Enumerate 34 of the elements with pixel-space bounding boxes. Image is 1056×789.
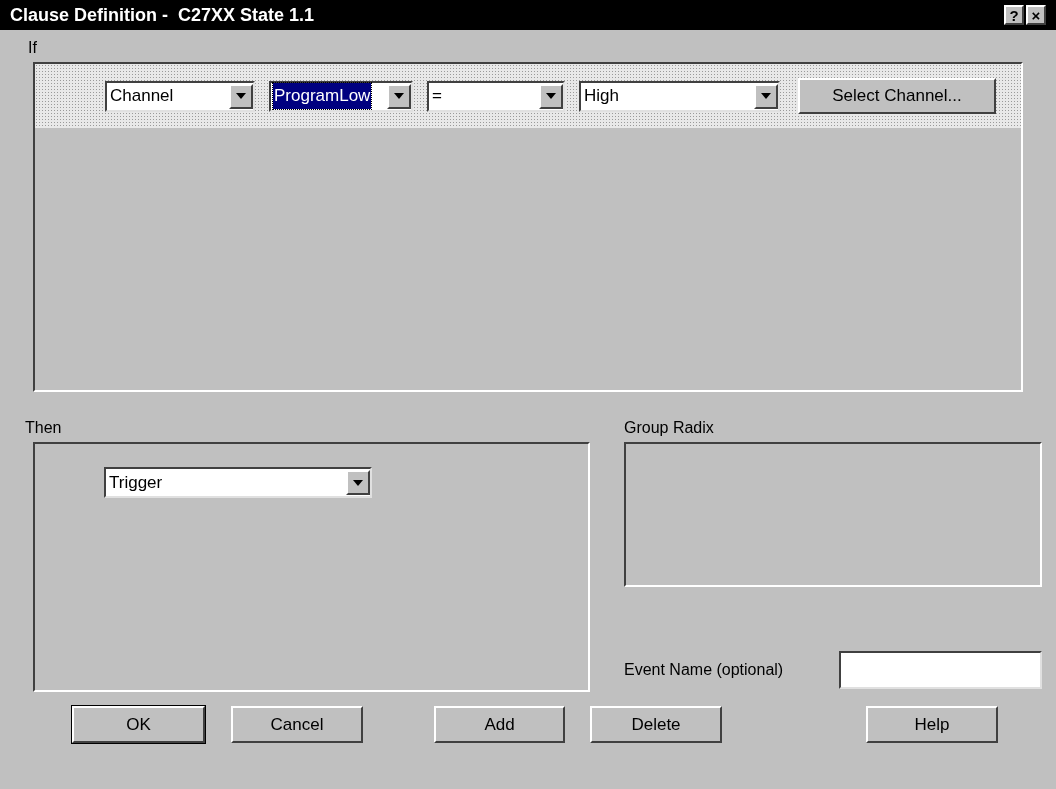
close-button[interactable]: × — [1026, 5, 1046, 25]
caret-icon — [546, 93, 556, 99]
dropdown-arrow-button[interactable] — [754, 83, 778, 109]
caret-icon — [394, 93, 404, 99]
dropdown[interactable]: High — [579, 80, 780, 112]
dialog-button[interactable]: Cancel — [231, 706, 363, 743]
section-label: If — [28, 38, 38, 58]
dropdown-value: High — [583, 85, 620, 108]
section-label: Group Radix — [624, 418, 715, 438]
dropdown-value: = — [431, 85, 443, 108]
help-button[interactable]: ? — [1004, 5, 1024, 25]
dropdown-value: Trigger — [108, 471, 164, 494]
caret-icon — [236, 93, 246, 99]
caret-icon — [761, 93, 771, 99]
dialog-button[interactable]: Delete — [590, 706, 722, 743]
dropdown-arrow-button[interactable] — [346, 470, 370, 495]
input-field[interactable] — [839, 651, 1042, 689]
dropdown-arrow-button[interactable] — [387, 83, 411, 109]
dialog-button[interactable]: Add — [434, 706, 565, 743]
section-label: Then — [25, 418, 63, 438]
dropdown[interactable]: Trigger — [104, 467, 372, 498]
dropdown-arrow-button[interactable] — [229, 83, 253, 109]
dialog-button[interactable]: OK — [72, 706, 205, 743]
dropdown-arrow-button[interactable] — [539, 83, 563, 109]
caret-icon — [353, 479, 363, 486]
dropdown-value: ProgramLow — [273, 83, 372, 109]
dialog-button[interactable]: Help — [866, 706, 998, 743]
dropdown[interactable]: Channel — [105, 80, 255, 112]
field-label: Event Name (optional) — [624, 660, 784, 680]
window-title: Clause Definition - C27XX State 1.1 — [10, 3, 315, 27]
dropdown[interactable]: ProgramLow — [269, 80, 413, 112]
select-channel-button[interactable]: Select Channel... — [798, 78, 996, 114]
dropdown-value: Channel — [109, 85, 175, 108]
dropdown[interactable]: = — [427, 80, 565, 112]
